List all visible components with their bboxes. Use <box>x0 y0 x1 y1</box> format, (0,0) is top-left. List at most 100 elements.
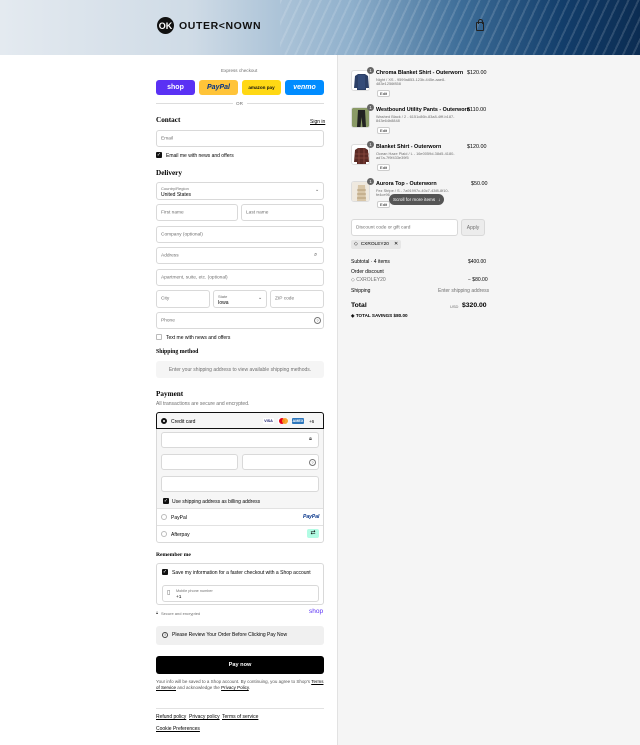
shop-pay-label: shop <box>167 84 184 91</box>
privacy-policy-link[interactable]: Privacy Policy <box>221 685 249 690</box>
afterpay-radio[interactable] <box>161 531 167 537</box>
apply-button[interactable]: Apply <box>461 219 485 236</box>
product-variant-id: 843e64b8848 <box>376 118 400 123</box>
text-news-checkbox[interactable] <box>156 334 162 340</box>
security-code-field[interactable]: ? <box>242 454 319 470</box>
privacy-policy-footer-link[interactable]: Privacy policy <box>189 714 220 720</box>
sign-in-link[interactable]: Sign in <box>310 119 325 125</box>
product-image <box>351 70 370 91</box>
edit-item-button[interactable]: Edit <box>377 90 390 97</box>
billing-address-checkbox[interactable]: ✓ <box>163 498 169 504</box>
last-name-field[interactable]: Last name <box>241 204 324 221</box>
save-info-label: Save my information for a faster checkou… <box>172 569 311 576</box>
cookie-preferences-link[interactable]: Cookie Preferences <box>156 726 200 732</box>
product-name: Blanket Shirt - Outerworn <box>376 144 442 150</box>
brand-logo[interactable]: OK OUTER<NOWN <box>157 17 261 34</box>
edit-item-button[interactable]: Edit <box>377 164 390 171</box>
country-label: Country/Region <box>161 185 189 191</box>
city-field[interactable]: City <box>156 290 210 308</box>
text-news-label: Text me with news and offers <box>166 334 231 341</box>
paypal-label: PayPal <box>207 84 230 91</box>
mobile-phone-label: Mobile phone number <box>176 588 213 593</box>
total-label: Total <box>351 302 367 309</box>
first-name-field[interactable]: First name <box>156 204 238 221</box>
product-variant-id: fe4ce96 <box>376 192 390 197</box>
company-placeholder: Company (optional) <box>161 232 203 237</box>
country-value: United States <box>161 191 192 198</box>
legal-text-mid: and acknowledge the <box>177 685 220 690</box>
shipping-method-placeholder: Enter your shipping address to view avai… <box>168 366 312 373</box>
mobile-phone-field[interactable]: ▯ Mobile phone number +1 <box>162 585 319 602</box>
country-select[interactable]: Country/Region United States ⌄ <box>156 182 324 200</box>
help-icon[interactable]: ? <box>309 459 316 466</box>
product-price: $120.00 <box>467 144 487 150</box>
legal-text-start: Your info will be saved to a Shop accoun… <box>156 679 311 684</box>
expiration-date-field[interactable] <box>161 454 238 470</box>
state-select[interactable]: State Iowa ⌄ <box>213 290 267 308</box>
credit-card-label: Credit card <box>171 418 196 425</box>
shirt-thumbnail-icon <box>354 74 369 90</box>
address-field[interactable]: Address ⌕ <box>156 247 324 264</box>
zip-field[interactable]: ZIP code <box>270 290 324 308</box>
apartment-field[interactable]: Apartment, suite, etc. (optional) <box>156 269 324 286</box>
product-image <box>351 144 370 165</box>
chevron-down-icon: ⌄ <box>258 295 263 301</box>
afterpay-logo-icon: ⇄ <box>307 529 319 538</box>
paypal-option-label[interactable]: PayPal <box>171 515 187 521</box>
payment-heading: Payment <box>156 390 184 398</box>
currency-code: USD <box>450 304 459 309</box>
terms-of-service-footer-link[interactable]: Terms of service <box>222 714 258 720</box>
product-image <box>351 181 370 202</box>
tag-icon: ◇ <box>354 242 358 247</box>
discount-code-field[interactable]: Discount code or gift card <box>351 219 458 236</box>
brand-name: OUTER<NOWN <box>179 19 262 32</box>
paypal-logo: PayPal <box>303 513 320 520</box>
save-info-checkbox[interactable]: ✓ <box>162 569 168 575</box>
edit-item-button[interactable]: Edit <box>377 201 390 208</box>
search-icon: ⌕ <box>314 252 318 258</box>
discount-code-applied: CXROLEY20 <box>356 277 386 283</box>
bag-icon[interactable] <box>476 19 484 31</box>
product-price: $120.00 <box>467 70 487 76</box>
email-field[interactable]: Email <box>156 130 324 147</box>
product-price: $50.00 <box>471 181 488 187</box>
company-field[interactable]: Company (optional) <box>156 226 324 243</box>
pay-now-button[interactable]: Pay now <box>156 656 324 674</box>
discount-amount: − $80.00 <box>468 277 488 283</box>
amazon-pay-button[interactable]: amazon pay <box>242 80 281 95</box>
total-value: $320.00 <box>462 302 487 309</box>
venmo-button[interactable]: venmo <box>285 80 324 95</box>
chevron-down-icon: ⌄ <box>315 187 320 193</box>
edit-label: Edit <box>380 128 387 133</box>
paypal-button[interactable]: PayPal <box>199 80 238 95</box>
edit-label: Edit <box>380 165 387 170</box>
paypal-radio[interactable] <box>161 514 167 520</box>
shop-pay-button[interactable]: shop <box>156 80 195 95</box>
product-name: Chroma Blanket Shirt - Outerworn <box>376 70 464 76</box>
card-number-field[interactable]: 🔒︎ <box>161 432 319 448</box>
product-name: Westbound Utility Pants - Outerworn <box>376 107 470 113</box>
delivery-heading: Delivery <box>156 169 182 177</box>
payment-methods-box: Credit card VISA AMEX +6 🔒︎ ? ✓ Use ship… <box>156 412 324 543</box>
refund-policy-link[interactable]: Refund policy <box>156 714 186 720</box>
top-thumbnail-icon <box>352 182 369 201</box>
name-on-card-field[interactable] <box>161 476 319 492</box>
remove-discount-icon[interactable]: ✕ <box>394 242 398 247</box>
email-news-checkbox[interactable]: ✓ <box>156 152 162 158</box>
phone-field[interactable]: Phone ? <box>156 312 324 329</box>
zip-placeholder: ZIP code <box>275 296 295 302</box>
help-icon[interactable]: ? <box>314 317 321 324</box>
edit-item-button[interactable]: Edit <box>377 127 390 134</box>
credit-card-radio[interactable] <box>161 418 167 424</box>
total-savings-label: TOTAL SAVINGS <box>355 313 393 318</box>
lock-icon: 🔒︎ <box>309 436 312 442</box>
discount-code-placeholder: Discount code or gift card <box>356 225 411 230</box>
shop-legal-text: Your info will be saved to a Shop accoun… <box>156 679 324 691</box>
afterpay-option-label[interactable]: Afterpay <box>171 532 190 538</box>
credit-card-option[interactable]: Credit card VISA AMEX +6 <box>156 412 324 429</box>
mobile-phone-icon: ▯ <box>167 590 171 596</box>
divider <box>247 103 324 104</box>
scroll-for-more-pill[interactable]: Scroll for more items ↓ <box>389 194 445 205</box>
edit-label: Edit <box>380 202 387 207</box>
state-label: State <box>218 293 228 299</box>
